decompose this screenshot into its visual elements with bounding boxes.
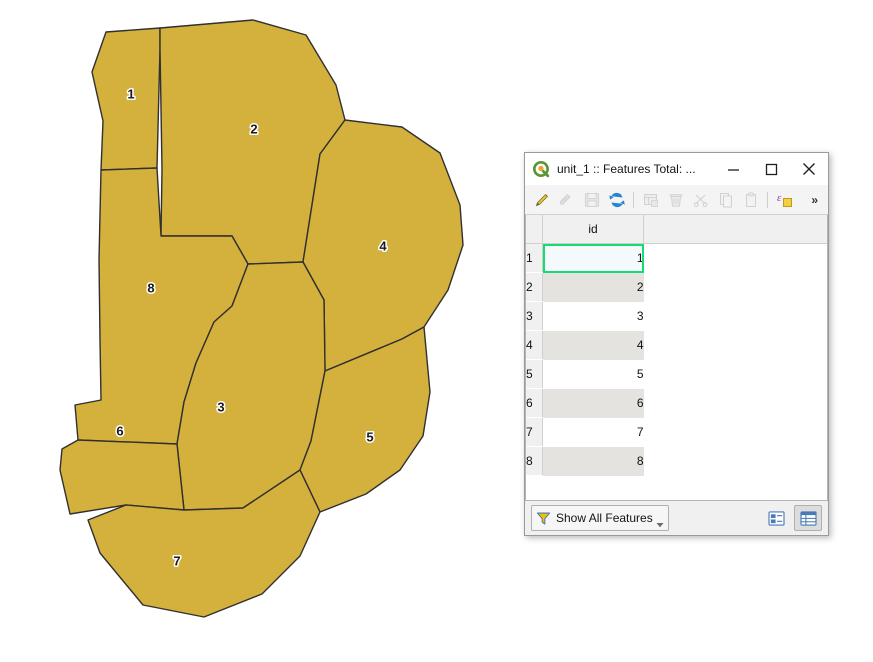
close-icon — [803, 163, 815, 175]
save-layer-edits-icon — [584, 192, 599, 207]
delete-selected-button — [663, 188, 688, 212]
map-label-5: 5 — [366, 429, 373, 444]
table-view-button[interactable] — [794, 505, 822, 531]
map-label-6: 6 — [116, 423, 123, 438]
map-label-4: 4 — [379, 238, 387, 253]
row-header[interactable]: 1 — [526, 243, 543, 273]
row-header[interactable]: 7 — [526, 417, 543, 447]
scissors-icon — [693, 194, 707, 207]
paste-icon — [745, 192, 756, 207]
map-label-2: 2 — [250, 121, 257, 136]
table-row[interactable]: 33 — [526, 301, 827, 331]
field-calculator-button[interactable]: ε — [772, 188, 797, 212]
table-body: 1122334455667788 — [526, 243, 827, 476]
map-label-3: 3 — [217, 399, 224, 414]
cell-id[interactable]: 1 — [542, 243, 644, 273]
cell-id[interactable]: 6 — [542, 388, 644, 418]
cut-features-button — [688, 188, 713, 212]
row-header[interactable]: 8 — [526, 446, 543, 476]
form-view-button[interactable] — [762, 505, 790, 531]
filter-label: Show All Features — [556, 511, 653, 525]
cell-filler — [643, 359, 827, 389]
table-row[interactable]: 44 — [526, 330, 827, 360]
save-layer-edits-button — [579, 188, 604, 212]
toolbar-overflow-button[interactable]: » — [811, 194, 824, 206]
cell-id[interactable]: 3 — [542, 301, 644, 331]
table-row[interactable]: 11 — [526, 243, 827, 273]
polygon-group — [59, 19, 464, 618]
map-label-7: 7 — [173, 553, 180, 568]
copy-icon — [719, 192, 732, 207]
row-header[interactable]: 5 — [526, 359, 543, 389]
window-title-bar[interactable]: unit_1 :: Features Total: ... — [525, 153, 828, 185]
table-view-icon — [799, 510, 817, 526]
cell-id[interactable]: 7 — [542, 417, 644, 447]
table-corner-header[interactable] — [526, 215, 543, 244]
minimize-button[interactable] — [714, 154, 752, 185]
funnel-icon — [536, 512, 551, 525]
attribute-table[interactable]: id 1122334455667788 — [526, 215, 827, 476]
save-edits-button — [554, 188, 579, 212]
table-row[interactable]: 77 — [526, 417, 827, 447]
cell-id[interactable]: 5 — [542, 359, 644, 389]
map-canvas[interactable]: 1 2 3 4 5 6 7 8 — [0, 0, 520, 662]
view-mode-toggle-group[interactable] — [758, 505, 822, 531]
cell-filler — [643, 388, 827, 418]
row-header[interactable]: 3 — [526, 301, 543, 331]
maximize-icon — [765, 163, 777, 175]
add-feature-button — [638, 188, 663, 212]
row-header[interactable]: 4 — [526, 330, 543, 360]
copy-features-button — [713, 188, 738, 212]
window-title: unit_1 :: Features Total: ... — [557, 162, 696, 176]
attribute-table-status-bar[interactable]: Show All Features — [525, 501, 828, 535]
filter-features-button[interactable]: Show All Features — [531, 505, 669, 531]
column-header-id[interactable]: id — [542, 215, 644, 244]
trash-icon — [669, 193, 682, 206]
map-polygon-6[interactable] — [59, 439, 185, 515]
attribute-table-window[interactable]: unit_1 :: Features Total: ... ε » id 1 1… — [524, 152, 829, 536]
paste-features-button — [738, 188, 763, 212]
form-view-icon — [767, 510, 785, 526]
map-polygon-1[interactable] — [91, 27, 161, 171]
table-header-row: id — [526, 215, 827, 244]
attribute-table-toolbar[interactable]: ε » — [525, 185, 828, 215]
table-row[interactable]: 55 — [526, 359, 827, 389]
reload-table-icon — [608, 192, 625, 207]
cell-filler — [643, 272, 827, 302]
table-row[interactable]: 88 — [526, 446, 827, 476]
cell-id[interactable]: 2 — [542, 272, 644, 302]
table-row[interactable]: 22 — [526, 272, 827, 302]
map-label-1: 1 — [127, 86, 134, 101]
reload-table-button[interactable] — [604, 188, 629, 212]
map-layer-unit-1: 1 2 3 4 5 6 7 8 — [59, 19, 464, 618]
cell-filler — [643, 417, 827, 447]
cell-id[interactable]: 8 — [542, 446, 644, 476]
minimize-icon — [727, 168, 739, 171]
map-label-8: 8 — [147, 280, 154, 295]
row-header[interactable]: 6 — [526, 388, 543, 418]
svg-text:ε: ε — [777, 192, 782, 204]
chevron-down-icon[interactable] — [656, 522, 664, 528]
toolbar-separator-2 — [767, 191, 768, 208]
column-header-filler — [643, 215, 827, 244]
add-feature-icon — [643, 193, 658, 207]
table-row[interactable]: 66 — [526, 388, 827, 418]
cell-filler — [643, 446, 827, 476]
toolbar-separator — [633, 191, 634, 208]
cell-filler — [643, 243, 827, 273]
cell-id[interactable]: 4 — [542, 330, 644, 360]
row-header[interactable]: 2 — [526, 272, 543, 302]
cell-filler — [643, 330, 827, 360]
maximize-button[interactable] — [752, 154, 790, 185]
close-button[interactable] — [790, 154, 828, 185]
attribute-table-view[interactable]: id 1122334455667788 — [525, 215, 828, 501]
qgis-logo-icon — [533, 160, 550, 177]
toggle-editing-button[interactable] — [529, 188, 554, 212]
toggle-editing-icon — [535, 193, 548, 206]
save-edits-icon — [559, 193, 571, 204]
cell-filler — [643, 301, 827, 331]
field-calculator-icon: ε — [777, 192, 792, 207]
